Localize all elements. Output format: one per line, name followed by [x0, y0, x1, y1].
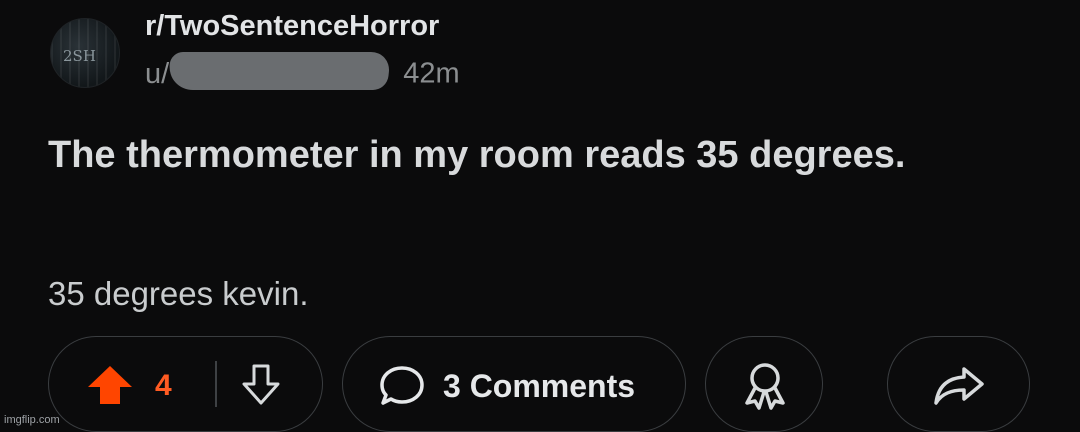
avatar-logo-text: 2SH	[63, 47, 96, 65]
arrow-down-icon[interactable]	[241, 363, 281, 407]
vote-bar: 4	[48, 336, 323, 432]
watermark: imgflip.com	[4, 414, 60, 426]
award-button[interactable]	[705, 336, 823, 432]
post-time: 42m	[403, 57, 460, 90]
comment-bubble-icon	[380, 366, 424, 405]
share-button[interactable]	[887, 336, 1030, 432]
post-header: 2SH r/TwoSentenceHorror u/ 42m	[50, 8, 750, 90]
award-ribbon-icon	[745, 363, 785, 410]
comments-button[interactable]: 3 Comments	[342, 336, 686, 432]
vote-divider	[215, 361, 217, 407]
username-prefix[interactable]: u/	[145, 58, 169, 91]
share-arrow-icon	[934, 367, 984, 405]
subreddit-avatar[interactable]: 2SH	[50, 18, 120, 88]
redacted-username	[167, 52, 392, 90]
post-meta: u/ 42m	[145, 52, 460, 94]
arrow-up-icon[interactable]	[87, 365, 133, 405]
subreddit-name[interactable]: r/TwoSentenceHorror	[145, 10, 439, 43]
comments-label: 3 Comments	[443, 368, 636, 404]
post-body: 35 degrees kevin.	[48, 275, 309, 312]
post-title[interactable]: The thermometer in my room reads 35 degr…	[48, 130, 948, 180]
upvote-count: 4	[155, 369, 172, 402]
